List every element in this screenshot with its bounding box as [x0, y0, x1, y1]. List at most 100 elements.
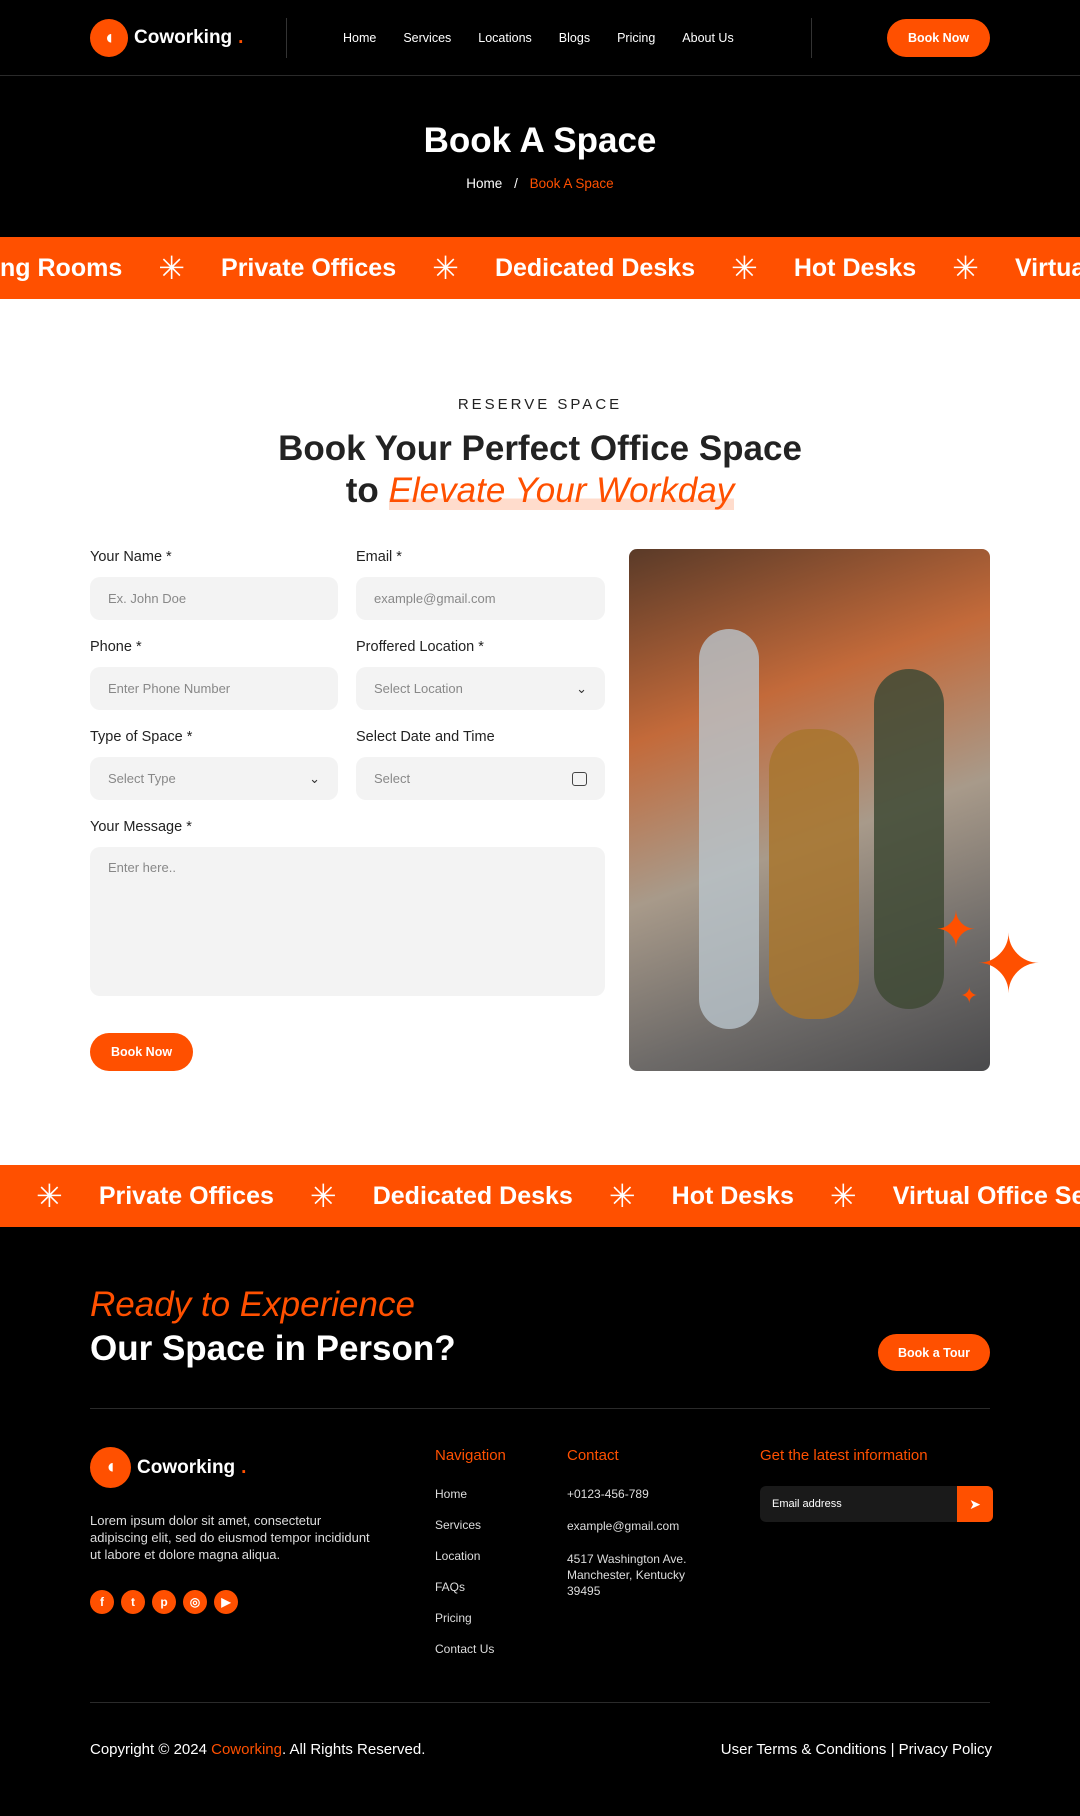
footer-about: Lorem ipsum dolor sit amet, consectetur …	[90, 1513, 370, 1562]
newsletter-title: Get the latest information	[760, 1447, 928, 1464]
asterisk-icon: ✳	[829, 1178, 857, 1214]
footer-link-pricing[interactable]: Pricing	[435, 1611, 494, 1625]
breadcrumb-home[interactable]: Home	[466, 176, 502, 191]
brand-logo[interactable]: ◖ Coworking.	[90, 19, 243, 57]
calendar-icon	[572, 771, 587, 786]
nav-pricing[interactable]: Pricing	[617, 31, 655, 45]
placeholder: Ex. John Doe	[108, 591, 187, 606]
copyright: Copyright © 2024 Coworking. All Rights R…	[90, 1741, 425, 1758]
asterisk-icon: ✳	[36, 1178, 63, 1214]
contact-title: Contact	[567, 1447, 619, 1464]
page-title: Book A Space	[423, 121, 657, 160]
footer-link-contact[interactable]: Contact Us	[435, 1642, 494, 1656]
nav-services[interactable]: Services	[403, 31, 451, 45]
nav-home[interactable]: Home	[343, 31, 376, 45]
chevron-down-icon: ⌄	[309, 770, 320, 786]
heading-to: to	[345, 471, 379, 510]
chevron-down-icon: ⌄	[576, 680, 587, 696]
sparkle-icon: ✦	[960, 983, 979, 1008]
nav-title: Navigation	[435, 1447, 506, 1464]
header-divider	[0, 75, 1080, 76]
newsletter-input[interactable]: Email address ➤	[760, 1486, 993, 1522]
submit-book-now-button[interactable]: Book Now	[90, 1033, 193, 1071]
marquee-item: Dedicated Desks	[494, 253, 696, 282]
legal-links[interactable]: User Terms & Conditions | Privacy Policy	[721, 1741, 992, 1758]
message-label: Your Message *	[90, 819, 192, 835]
marquee-item: ng Rooms	[0, 253, 123, 282]
footer-link-faqs[interactable]: FAQs	[435, 1580, 494, 1594]
placeholder: Select	[374, 771, 411, 786]
section-eyebrow: RESERVE SPACE	[457, 396, 623, 413]
sparkle-icon: ✦	[935, 902, 977, 958]
breadcrumb: Home / Book A Space	[0, 176, 1080, 191]
footer-link-services[interactable]: Services	[435, 1518, 494, 1532]
heading-accent: Elevate Your Workday	[388, 471, 735, 510]
sparkle-icon: ✦	[975, 920, 1043, 1009]
contact-address: 4517 Washington Ave. Manchester, Kentuck…	[567, 1552, 687, 1598]
nav-about[interactable]: About Us	[682, 31, 733, 45]
datetime-label: Select Date and Time	[356, 729, 495, 745]
nav-blogs[interactable]: Blogs	[559, 31, 590, 45]
placeholder: Select Type	[108, 771, 176, 786]
phone-input[interactable]: Enter Phone Number	[90, 667, 338, 710]
cta-line1: Ready to Experience	[90, 1285, 415, 1324]
message-textarea[interactable]: Enter here..	[90, 847, 605, 996]
section-heading: Book Your Perfect Office Space to Elevat…	[0, 428, 1080, 512]
youtube-icon[interactable]: ▶	[214, 1590, 238, 1614]
nav-locations[interactable]: Locations	[478, 31, 532, 45]
brand-name: Coworking	[134, 27, 233, 48]
placeholder: example@gmail.com	[374, 591, 496, 606]
breadcrumb-sep: /	[514, 176, 518, 191]
phone-label: Phone *	[90, 639, 142, 655]
logo-icon: ◖	[90, 19, 128, 57]
cta-heading: Ready to Experience Our Space in Person?	[90, 1283, 456, 1371]
contact-phone[interactable]: +0123-456-789	[567, 1487, 649, 1501]
name-input[interactable]: Ex. John Doe	[90, 577, 338, 620]
copyright-text: Copyright © 2024	[90, 1741, 212, 1758]
footer-link-home[interactable]: Home	[435, 1487, 494, 1501]
twitter-icon[interactable]: t	[121, 1590, 145, 1614]
marquee-item: Virtual Office Servi	[892, 1181, 1080, 1210]
email-input[interactable]: example@gmail.com	[356, 577, 605, 620]
heading-line: Book Your Perfect Office Space	[278, 429, 802, 468]
send-icon[interactable]: ➤	[957, 1486, 993, 1522]
instagram-icon[interactable]: ◎	[183, 1590, 207, 1614]
divider	[286, 18, 287, 58]
asterisk-icon: ✳	[309, 1178, 337, 1214]
facebook-icon[interactable]: f	[90, 1590, 114, 1614]
divider	[811, 18, 812, 58]
datetime-input[interactable]: Select	[356, 757, 605, 800]
header-book-now-button[interactable]: Book Now	[887, 19, 990, 57]
asterisk-icon: ✳	[432, 250, 459, 286]
location-select[interactable]: Select Location ⌄	[356, 667, 605, 710]
footer-link-location[interactable]: Location	[435, 1549, 494, 1563]
brand-name: Coworking	[137, 1456, 236, 1478]
marquee-item: Hot Desks	[671, 1181, 794, 1210]
type-label: Type of Space *	[90, 729, 193, 745]
breadcrumb-current: Book A Space	[529, 176, 614, 191]
book-tour-button[interactable]: Book a Tour	[878, 1334, 990, 1371]
divider	[90, 1408, 990, 1409]
divider	[90, 1702, 990, 1703]
main-nav: Home Services Locations Blogs Pricing Ab…	[343, 31, 734, 45]
cta-line2: Our Space in Person?	[90, 1329, 456, 1368]
footer-nav: Home Services Location FAQs Pricing Cont…	[435, 1487, 494, 1656]
services-marquee: ✳ Private Offices ✳ Dedicated Desks ✳ Hot …	[0, 1165, 1080, 1227]
placeholder: Email address	[772, 1498, 842, 1510]
name-label: Your Name *	[90, 549, 172, 565]
contact-email[interactable]: example@gmail.com	[567, 1519, 679, 1533]
copyright-brand[interactable]: Coworking	[211, 1741, 282, 1758]
asterisk-icon: ✳	[608, 1178, 636, 1214]
location-label: Proffered Location *	[356, 639, 484, 655]
office-photo	[629, 549, 990, 1071]
asterisk-icon: ✳	[952, 250, 979, 286]
asterisk-icon: ✳	[731, 250, 758, 286]
placeholder: Enter Phone Number	[108, 681, 231, 696]
footer-logo[interactable]: ◖ Coworking.	[90, 1447, 246, 1488]
placeholder: Select Location	[374, 681, 463, 696]
type-select[interactable]: Select Type ⌄	[90, 757, 338, 800]
marquee-item: Virtual O	[1014, 253, 1080, 282]
pinterest-icon[interactable]: p	[152, 1590, 176, 1614]
marquee-item: Private Offices	[98, 1181, 274, 1210]
copyright-text: . All Rights Reserved.	[282, 1741, 426, 1758]
